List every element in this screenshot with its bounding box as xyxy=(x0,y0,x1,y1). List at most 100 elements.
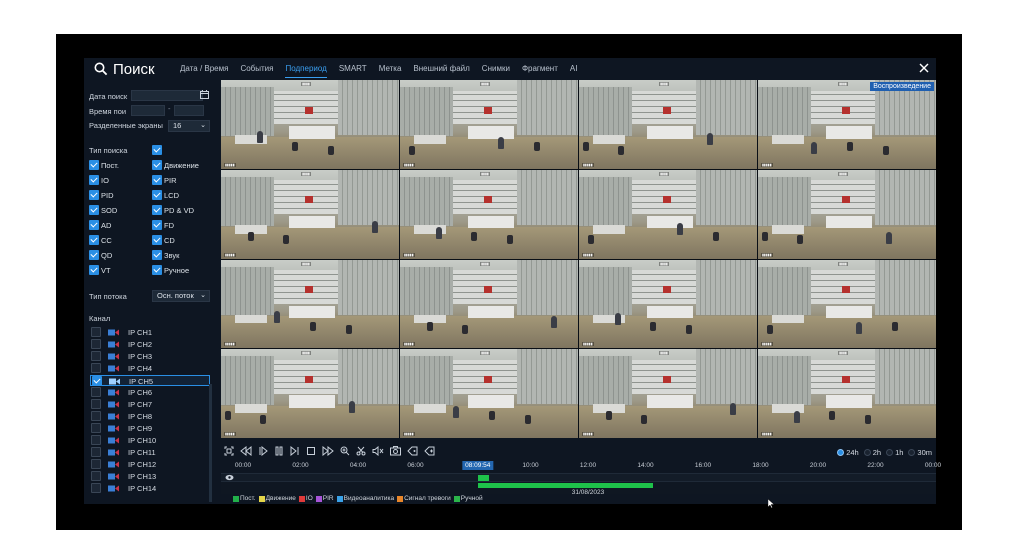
fullscreen-icon[interactable] xyxy=(224,446,234,456)
channel-row[interactable]: IP CH1 xyxy=(90,327,210,338)
search-type-checkbox[interactable] xyxy=(152,250,162,260)
tab-0[interactable]: Дата / Время xyxy=(180,60,228,78)
channel-checkbox[interactable] xyxy=(91,411,101,421)
channel-checkbox[interactable] xyxy=(91,447,101,457)
timeline-track[interactable] xyxy=(221,473,936,482)
channel-checkbox[interactable] xyxy=(91,483,101,493)
channel-row[interactable]: IP CH9 xyxy=(90,423,210,434)
video-cell[interactable]: ▮▮▮▮▮ ▮▮▮▮ xyxy=(758,80,936,169)
recording-segment[interactable] xyxy=(477,475,489,481)
pause-icon[interactable] xyxy=(274,446,284,456)
channel-checkbox[interactable] xyxy=(91,327,101,337)
calendar-icon[interactable] xyxy=(200,90,209,99)
video-cell[interactable]: ▮▮▮▮▮ ▮▮▮▮ xyxy=(579,259,757,349)
video-cell[interactable]: ▮▮▮▮▮ ▮▮▮▮ xyxy=(400,259,578,349)
channel-row[interactable]: IP CH8 xyxy=(90,411,210,422)
search-type-checkbox[interactable] xyxy=(89,250,99,260)
search-type-checkbox[interactable] xyxy=(152,265,162,275)
mute-icon[interactable] xyxy=(372,446,384,456)
tab-8[interactable]: AI xyxy=(570,60,578,78)
zoom-radio[interactable] xyxy=(863,449,871,456)
tab-7[interactable]: Фрагмент xyxy=(522,60,558,78)
channel-checkbox[interactable] xyxy=(91,459,101,469)
channel-row[interactable]: IP CH6 xyxy=(90,387,210,398)
channel-row[interactable]: IP CH3 xyxy=(90,351,210,362)
search-type-checkbox[interactable] xyxy=(152,160,162,170)
search-date-input[interactable] xyxy=(131,90,203,101)
search-time-start-input[interactable] xyxy=(131,105,165,116)
tab-4[interactable]: Метка xyxy=(379,60,402,78)
video-cell[interactable]: ▮▮▮▮▮ ▮▮▮▮ xyxy=(758,169,936,259)
add-tag-icon[interactable] xyxy=(424,446,436,456)
channel-row[interactable]: IP CH7 xyxy=(90,399,210,410)
search-type-checkbox[interactable] xyxy=(152,205,162,215)
clip-icon[interactable] xyxy=(356,446,366,456)
search-type-checkbox[interactable] xyxy=(152,175,162,185)
search-type-checkbox[interactable] xyxy=(89,265,99,275)
video-cell[interactable]: ▮▮▮▮▮ ▮▮▮▮ xyxy=(400,80,578,169)
video-cell[interactable]: ▮▮▮▮▮ ▮▮▮▮ xyxy=(758,259,936,349)
channel-checkbox[interactable] xyxy=(91,399,101,409)
step-forward-icon[interactable] xyxy=(290,446,300,456)
search-type-checkbox[interactable] xyxy=(89,175,99,185)
channel-row[interactable]: IP CH11 xyxy=(90,447,210,458)
eye-icon[interactable] xyxy=(225,474,234,481)
search-type-checkbox[interactable] xyxy=(89,190,99,200)
channel-row[interactable]: IP CH2 xyxy=(90,339,210,350)
video-cell[interactable]: ▮▮▮▮▮ ▮▮▮▮ xyxy=(400,169,578,259)
channel-checkbox[interactable] xyxy=(91,387,101,397)
video-cell[interactable]: ▮▮▮▮▮ ▮▮▮▮ xyxy=(400,349,578,438)
zoom-radio[interactable] xyxy=(837,449,845,456)
search-type-checkbox[interactable] xyxy=(89,160,99,170)
video-cell[interactable]: ▮▮▮▮▮ ▮▮▮▮ xyxy=(221,169,399,259)
zoom-radio[interactable] xyxy=(886,449,894,456)
stream-type-select[interactable]: Осн. поток ⌄ xyxy=(152,290,210,302)
channel-row[interactable]: IP CH5 xyxy=(90,375,210,386)
channel-checkbox[interactable] xyxy=(92,376,102,386)
tab-6[interactable]: Снимки xyxy=(482,60,510,78)
video-cell[interactable]: ▮▮▮▮▮ ▮▮▮▮ xyxy=(758,349,936,438)
tab-2[interactable]: Подпериод xyxy=(285,60,327,78)
search-type-checkbox[interactable] xyxy=(89,235,99,245)
split-screens-select[interactable]: 16 ⌄ xyxy=(168,120,210,132)
zoom-icon[interactable] xyxy=(340,446,350,456)
search-type-checkbox[interactable] xyxy=(89,205,99,215)
video-cell[interactable]: ▮▮▮▮▮ ▮▮▮▮ xyxy=(579,80,757,169)
timeline-track-date[interactable]: 31/08/2023 xyxy=(221,482,936,496)
rewind-icon[interactable] xyxy=(240,446,252,456)
tab-5[interactable]: Внешний файл xyxy=(413,60,469,78)
stop-icon[interactable] xyxy=(306,446,316,456)
channel-row[interactable]: IP CH10 xyxy=(90,435,210,446)
search-time-end-input[interactable] xyxy=(174,105,204,116)
channel-checkbox[interactable] xyxy=(91,363,101,373)
search-type-checkbox[interactable] xyxy=(152,235,162,245)
search-type-checkbox[interactable] xyxy=(152,190,162,200)
video-cell[interactable]: ▮▮▮▮▮ ▮▮▮▮ xyxy=(579,169,757,259)
zoom-radio[interactable] xyxy=(908,449,916,456)
channel-checkbox[interactable] xyxy=(91,435,101,445)
channel-checkbox[interactable] xyxy=(91,471,101,481)
video-cell[interactable]: ▮▮▮▮▮ ▮▮▮▮ xyxy=(221,80,399,169)
reverse-play-icon[interactable] xyxy=(258,446,268,456)
recording-segment[interactable] xyxy=(477,483,653,488)
tag-icon[interactable] xyxy=(407,446,418,456)
search-type-checkbox[interactable] xyxy=(89,220,99,230)
channel-row[interactable]: IP CH14 xyxy=(90,483,210,494)
video-cell[interactable]: ▮▮▮▮▮ ▮▮▮▮ xyxy=(221,259,399,349)
select-all-types-checkbox[interactable] xyxy=(152,145,162,155)
channel-scrollbar[interactable] xyxy=(209,384,212,502)
channel-row[interactable]: IP CH4 xyxy=(90,363,210,374)
channel-row[interactable]: IP CH13 xyxy=(90,471,210,482)
search-type-checkbox[interactable] xyxy=(152,220,162,230)
snapshot-icon[interactable] xyxy=(390,446,401,456)
video-cell[interactable]: ▮▮▮▮▮ ▮▮▮▮ xyxy=(579,349,757,438)
channel-checkbox[interactable] xyxy=(91,351,101,361)
close-icon[interactable] xyxy=(918,62,930,74)
video-cell[interactable]: ▮▮▮▮▮ ▮▮▮▮ xyxy=(221,349,399,438)
channel-row[interactable]: IP CH12 xyxy=(90,459,210,470)
tab-3[interactable]: SMART xyxy=(339,60,367,78)
channel-checkbox[interactable] xyxy=(91,339,101,349)
tab-1[interactable]: События xyxy=(240,60,273,78)
fast-forward-icon[interactable] xyxy=(322,446,334,456)
channel-checkbox[interactable] xyxy=(91,423,101,433)
